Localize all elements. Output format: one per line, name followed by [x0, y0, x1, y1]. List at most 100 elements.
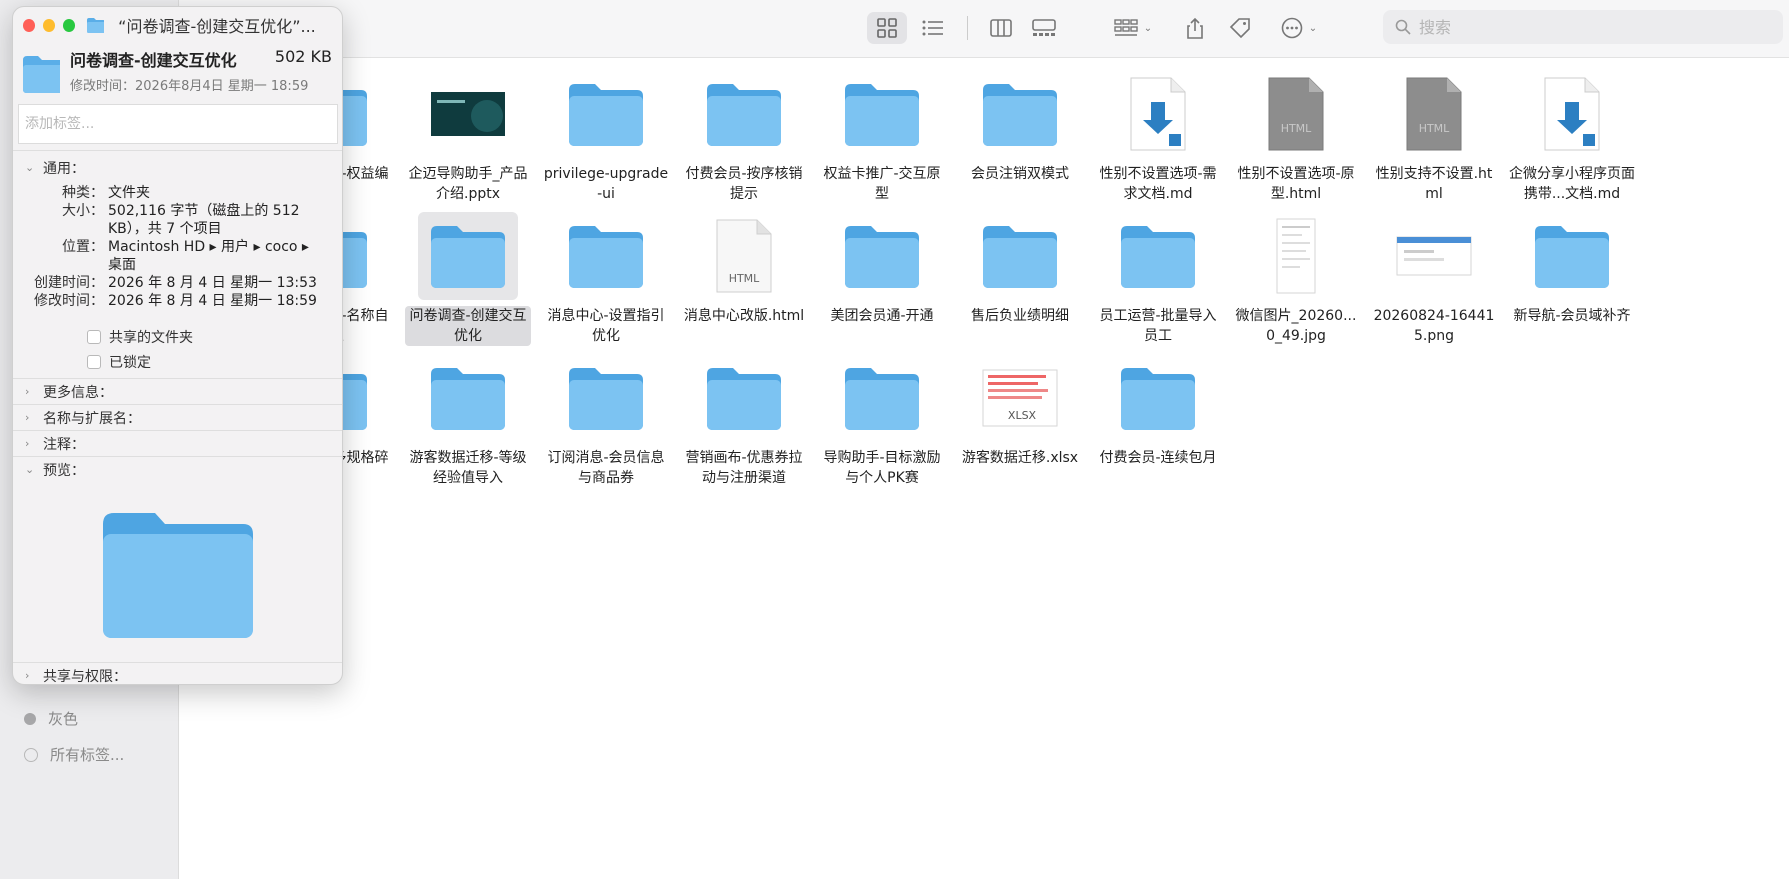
file-item[interactable]: HTML性别支持不设置.html: [1371, 70, 1497, 204]
chevron-down-icon: ⌄: [1309, 23, 1317, 34]
file-label: privilege-upgrade-ui: [543, 164, 669, 204]
file-label: 付费会员-连续包月: [1095, 448, 1221, 468]
icon-view-button[interactable]: [867, 12, 907, 44]
column-view-button[interactable]: [981, 12, 1021, 44]
section-general[interactable]: ⌄ 通用：: [13, 155, 342, 180]
list-icon: [922, 19, 944, 37]
folder-item[interactable]: 新导航-会员域补齐: [1509, 212, 1635, 326]
sidebar-all-tags[interactable]: 所有标签...: [24, 744, 124, 765]
folder-item[interactable]: 营销画布-优惠券拉动与注册渠道: [681, 354, 807, 488]
folder-item[interactable]: 付费会员-连续包月: [1095, 354, 1221, 468]
file-item[interactable]: HTML性别不设置选项-原型.html: [1233, 70, 1359, 204]
gray-tag-icon: [24, 713, 36, 725]
folder-icon: [832, 212, 932, 300]
file-label: 消息中心改版.html: [681, 306, 807, 326]
section-comments[interactable]: › 注释：: [13, 431, 342, 456]
folder-icon: [1522, 212, 1622, 300]
file-label: 权益卡推广-交互原型: [819, 164, 945, 204]
folder-icon: [970, 70, 1070, 158]
folder-item[interactable]: 消息中心-设置指引优化: [543, 212, 669, 346]
share-icon: [1186, 17, 1204, 39]
folder-item[interactable]: privilege-upgrade-ui: [543, 70, 669, 204]
group-by-button[interactable]: ⌄: [1105, 12, 1161, 44]
file-label: 问卷调查-创建交互优化: [405, 306, 531, 346]
folder-item[interactable]: 美团会员通-开通: [819, 212, 945, 326]
folder-icon: [1108, 212, 1208, 300]
file-label: 企微分享小程序页面携带...文档.md: [1509, 164, 1635, 204]
grid-icon: [877, 18, 897, 38]
md-file-icon: [1522, 70, 1622, 158]
folder-item[interactable]: 导购助手-目标激励与个人PK赛: [819, 354, 945, 488]
folder-item[interactable]: 游客数据迁移-等级经验值导入: [405, 354, 531, 488]
share-button[interactable]: [1175, 12, 1215, 44]
jpg-file-icon: [1246, 212, 1346, 300]
modified-row: 修改时间：2026 年 8 月 4 日 星期一 18:59: [13, 292, 342, 310]
info-header: 问卷调查-创建交互优化 502 KB 修改时间：2026年8月4日 星期一 18…: [13, 43, 342, 94]
folder-icon: [694, 70, 794, 158]
file-item[interactable]: XLSX游客数据迁移.xlsx: [957, 354, 1083, 468]
pptx-file-icon: [418, 70, 518, 158]
more-actions-button[interactable]: ⌄: [1271, 12, 1327, 44]
sidebar-tag-gray[interactable]: 灰色: [24, 708, 78, 729]
get-info-window: “问卷调查-创建交互优化”... 问卷调查-创建交互优化 502 KB 修改时间…: [12, 6, 343, 685]
info-window-title: “问卷调查-创建交互优化”...: [118, 13, 342, 37]
close-button[interactable]: [23, 19, 35, 32]
folder-item[interactable]: 员工运营-批量导入员工: [1095, 212, 1221, 346]
svg-text:HTML: HTML: [1281, 122, 1312, 135]
file-item[interactable]: 20260824-164415.png: [1371, 212, 1497, 346]
folder-icon: [87, 18, 104, 33]
folder-icon: [556, 70, 656, 158]
file-item[interactable]: HTML消息中心改版.html: [681, 212, 807, 326]
folder-icon: [418, 354, 518, 442]
file-label: 会员注销双模式: [957, 164, 1083, 184]
add-tag-input[interactable]: [18, 104, 338, 144]
folder-preview-icon: [103, 510, 253, 638]
tag-icon: [1229, 17, 1251, 39]
file-item[interactable]: 微信图片_20260...0_49.jpg: [1233, 212, 1359, 346]
folder-icon: [832, 354, 932, 442]
size-row: 大小：502,116 字节（磁盘上的 512 KB），共 7 个项目: [13, 202, 342, 238]
chevron-down-icon: ⌄: [25, 463, 35, 476]
file-label: 消息中心-设置指引优化: [543, 306, 669, 346]
folder-item[interactable]: 付费会员-按序核销提示: [681, 70, 807, 204]
minimize-button[interactable]: [43, 19, 55, 32]
group-grid-icon: [1114, 19, 1138, 37]
chevron-right-icon: ›: [25, 437, 35, 450]
info-titlebar[interactable]: “问卷调查-创建交互优化”...: [13, 7, 342, 43]
toolbar-divider: [965, 12, 969, 44]
locked-option[interactable]: 已锁定: [13, 349, 342, 374]
folder-item[interactable]: 订阅消息-会员信息与商品券: [543, 354, 669, 488]
search-icon: [1395, 19, 1411, 35]
section-sharing-permissions[interactable]: › 共享与权限：: [13, 663, 342, 685]
locked-checkbox[interactable]: [87, 355, 101, 369]
file-label: 新导航-会员域补齐: [1509, 306, 1635, 326]
gallery-icon: [1032, 19, 1056, 37]
section-name-extension[interactable]: › 名称与扩展名：: [13, 405, 342, 430]
file-item[interactable]: 企迈导购助手_产品介绍.pptx: [405, 70, 531, 204]
shared-folder-checkbox[interactable]: [87, 330, 101, 344]
section-more-info[interactable]: › 更多信息：: [13, 379, 342, 404]
gallery-view-button[interactable]: [1024, 12, 1064, 44]
folder-item[interactable]: 会员注销双模式: [957, 70, 1083, 184]
file-item[interactable]: 性别不设置选项-需求文档.md: [1095, 70, 1221, 204]
file-label: 性别支持不设置.html: [1371, 164, 1497, 204]
section-preview[interactable]: ⌄ 预览：: [13, 457, 342, 482]
folder-item[interactable]: 问卷调查-创建交互优化: [405, 212, 531, 346]
search-input[interactable]: [1419, 18, 1759, 37]
folder-item[interactable]: 权益卡推广-交互原型: [819, 70, 945, 204]
folder-item[interactable]: 售后负业绩明细: [957, 212, 1083, 326]
folder-icon: [556, 212, 656, 300]
zoom-button[interactable]: [63, 19, 75, 32]
folder-icon: [23, 55, 60, 93]
shared-folder-option[interactable]: 共享的文件夹: [13, 324, 342, 349]
search-field[interactable]: [1383, 10, 1783, 44]
svg-text:XLSX: XLSX: [1008, 409, 1037, 422]
kind-row: 种类：文件夹: [13, 184, 342, 202]
file-item[interactable]: 企微分享小程序页面携带...文档.md: [1509, 70, 1635, 204]
tag-button[interactable]: [1220, 12, 1260, 44]
list-view-button[interactable]: [913, 12, 953, 44]
location-row: 位置：Macintosh HD ▸ 用户 ▸ coco ▸ 桌面: [13, 238, 342, 274]
preview-area: [13, 482, 342, 662]
folder-icon: [1108, 354, 1208, 442]
file-label: 性别不设置选项-需求文档.md: [1095, 164, 1221, 204]
